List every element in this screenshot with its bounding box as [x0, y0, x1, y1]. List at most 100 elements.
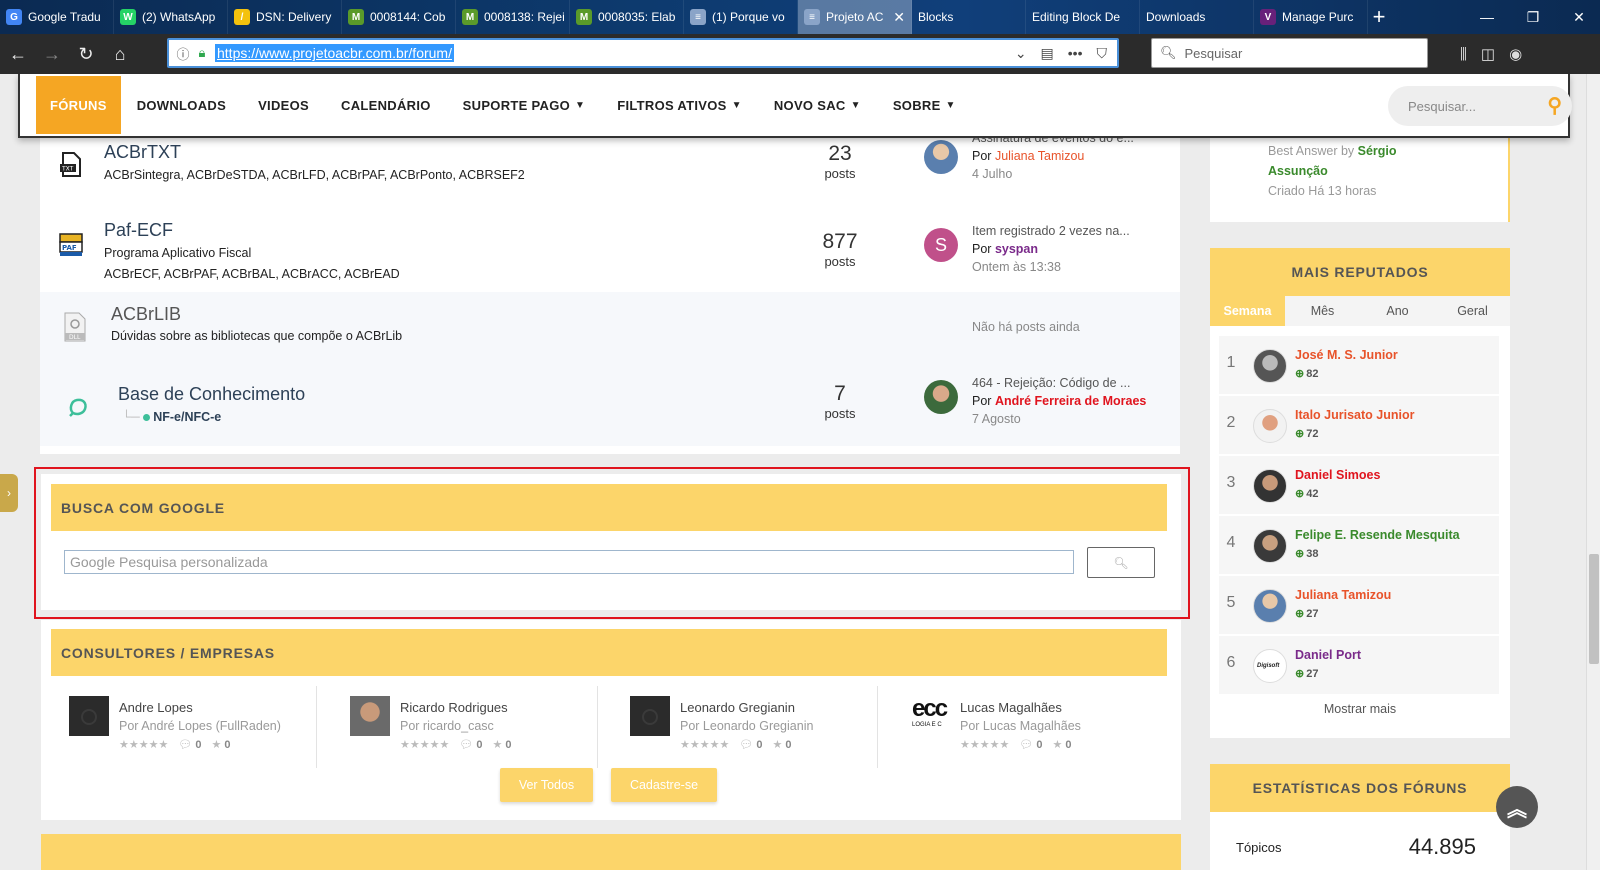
- avatar[interactable]: Digisoft: [1253, 649, 1287, 683]
- browser-tab[interactable]: M 0008035: Elab: [570, 0, 684, 34]
- new-tab-button[interactable]: +: [1362, 0, 1396, 34]
- last-post-author[interactable]: syspan: [995, 242, 1038, 256]
- browser-tab[interactable]: G Google Tradu: [0, 0, 114, 34]
- nav-item-7[interactable]: SOBRE ▼: [877, 74, 972, 137]
- browser-tab[interactable]: W (2) WhatsApp: [114, 0, 228, 34]
- browser-tab[interactable]: Downloads: [1140, 0, 1254, 34]
- chevron-right-icon[interactable]: ›: [0, 474, 18, 512]
- mantis-icon: M: [348, 9, 364, 25]
- nav-item-5[interactable]: FILTROS ATIVOS ▼: [601, 74, 758, 137]
- pocket-icon[interactable]: ⛉: [1097, 45, 1108, 62]
- reputation-tab[interactable]: Ano: [1360, 296, 1435, 326]
- consultant-card[interactable]: ecc LOGIA E C Lucas Magalhães Por Lucas …: [910, 686, 1190, 768]
- forum-title[interactable]: Paf-ECF: [104, 220, 173, 241]
- reload-icon[interactable]: ↻: [70, 38, 102, 70]
- last-post-title[interactable]: 464 - Rejeição: Código de ...: [972, 374, 1146, 392]
- forum-title[interactable]: Base de Conhecimento: [118, 384, 305, 405]
- url-text[interactable]: https://www.projetoacbr.com.br/forum/: [215, 44, 454, 62]
- site-search-input[interactable]: Pesquisar... ⚲: [1388, 86, 1572, 126]
- nav-item-1[interactable]: DOWNLOADS: [121, 74, 242, 137]
- consultant-card[interactable]: Leonardo Gregianin Por Leonardo Gregiani…: [630, 686, 910, 768]
- browser-tab-label: Projeto AC: [826, 10, 884, 24]
- member-name[interactable]: Daniel Port: [1295, 648, 1361, 662]
- nav-item-3[interactable]: CALENDÁRIO: [325, 74, 447, 137]
- avatar[interactable]: [1253, 529, 1287, 563]
- forward-arrow-icon[interactable]: →: [36, 38, 68, 70]
- dropdown-arrow-icon[interactable]: ⌄: [1015, 45, 1027, 62]
- txt-file-icon: TXT: [58, 152, 84, 178]
- subforum-link[interactable]: └─ NF-e/NFC-e: [122, 410, 221, 424]
- avatar[interactable]: [1253, 349, 1287, 383]
- forum-stats-widget: ESTATÍSTICAS DOS FÓRUNS Tópicos 44.895: [1210, 764, 1510, 870]
- nav-item-6[interactable]: NOVO SAC ▼: [758, 74, 877, 137]
- best-answer-author[interactable]: Sérgio: [1358, 144, 1397, 158]
- reputation-tab[interactable]: Semana: [1210, 296, 1285, 326]
- search-icon[interactable]: ⚲: [1547, 93, 1562, 118]
- last-post-author[interactable]: André Ferreira de Moraes: [995, 394, 1146, 408]
- browser-tab[interactable]: ≡ (1) Porque vo: [684, 0, 798, 34]
- nav-item-2[interactable]: VIDEOS: [242, 74, 325, 137]
- address-bar[interactable]: ⓘ 🔒︎ https://www.projetoacbr.com.br/foru…: [167, 38, 1119, 68]
- close-tab-icon[interactable]: ✕: [889, 9, 905, 26]
- info-icon[interactable]: ⓘ: [173, 44, 193, 63]
- register-button[interactable]: Cadastre-se: [611, 768, 717, 802]
- view-all-button[interactable]: Ver Todos: [500, 768, 593, 802]
- avatar[interactable]: [924, 140, 958, 174]
- reputation-tab[interactable]: Geral: [1435, 296, 1510, 326]
- browser-tab[interactable]: Editing Block De: [1026, 0, 1140, 34]
- consultant-name[interactable]: Leonardo Gregianin: [680, 700, 795, 715]
- member-name[interactable]: Daniel Simoes: [1295, 468, 1380, 482]
- browser-tab[interactable]: M 0008138: Rejei: [456, 0, 570, 34]
- forum-description: ACBrECF, ACBrPAF, ACBrBAL, ACBrACC, ACBr…: [104, 267, 400, 281]
- browser-tab[interactable]: M 0008144: Cob: [342, 0, 456, 34]
- google-search-input[interactable]: Google Pesquisa personalizada: [64, 550, 1074, 574]
- scroll-to-top-button[interactable]: ︽: [1496, 786, 1538, 828]
- browser-tab[interactable]: Blocks: [912, 0, 1026, 34]
- consultant-name[interactable]: Andre Lopes: [119, 700, 193, 715]
- google-search-button[interactable]: 🔍︎: [1087, 547, 1155, 578]
- nav-item-4[interactable]: SUPORTE PAGO ▼: [447, 74, 602, 137]
- forum-title[interactable]: ACBrLIB: [111, 304, 181, 325]
- maximize-button[interactable]: ❐: [1510, 0, 1556, 34]
- browser-tab[interactable]: / DSN: Delivery: [228, 0, 342, 34]
- close-window-button[interactable]: ✕: [1556, 0, 1600, 34]
- reader-view-icon[interactable]: ▤: [1041, 45, 1054, 62]
- home-icon[interactable]: ⌂: [104, 38, 136, 70]
- avatar[interactable]: [1253, 589, 1287, 623]
- best-answer-card: Best Answer by Sérgio Assunção Criado Há…: [1210, 134, 1510, 222]
- back-arrow-icon[interactable]: ←: [2, 38, 34, 70]
- chevron-down-icon: ▼: [945, 99, 956, 111]
- reputation-row: 3 Daniel Simoes ⊕ 42: [1219, 456, 1499, 515]
- show-more-link[interactable]: Mostrar mais: [1210, 702, 1510, 716]
- browser-tab[interactable]: ≡ Projeto AC ✕: [798, 0, 912, 34]
- last-post-title[interactable]: Item registrado 2 vezes na...: [972, 222, 1130, 240]
- member-name[interactable]: Juliana Tamizou: [1295, 588, 1391, 602]
- browser-search-input[interactable]: 🔍︎ Pesquisar: [1151, 38, 1428, 68]
- forum-title[interactable]: ACBrTXT: [104, 142, 181, 163]
- member-name[interactable]: Italo Jurisato Junior: [1295, 408, 1414, 422]
- minimize-button[interactable]: —: [1464, 0, 1510, 34]
- sidebar-toggle-icon[interactable]: ◫: [1481, 45, 1495, 63]
- best-answer-author[interactable]: Assunção: [1268, 164, 1328, 178]
- member-name[interactable]: Felipe E. Resende Mesquita: [1295, 528, 1460, 542]
- more-actions-icon[interactable]: •••: [1068, 45, 1083, 61]
- scrollbar-thumb[interactable]: [1589, 554, 1599, 664]
- reputation-tab[interactable]: Mês: [1285, 296, 1360, 326]
- extension-icon[interactable]: ◉: [1509, 45, 1522, 63]
- avatar[interactable]: [1253, 409, 1287, 443]
- avatar[interactable]: [1253, 469, 1287, 503]
- reputation-title: MAIS REPUTADOS: [1210, 248, 1510, 296]
- avatar[interactable]: S: [924, 228, 958, 262]
- scrollbar[interactable]: [1586, 74, 1600, 870]
- consultant-name[interactable]: Ricardo Rodrigues: [400, 700, 508, 715]
- nav-item-0[interactable]: FÓRUNS: [36, 76, 121, 134]
- consultant-card[interactable]: Andre Lopes Por André Lopes (FullRaden) …: [69, 686, 349, 768]
- consultant-card[interactable]: Ricardo Rodrigues Por ricardo_casc ★★★★★…: [350, 686, 630, 768]
- consultant-name[interactable]: Lucas Magalhães: [960, 700, 1062, 715]
- browser-tab[interactable]: V Manage Purc: [1254, 0, 1368, 34]
- avatar[interactable]: [924, 380, 958, 414]
- lock-icon: 🔒︎: [198, 45, 206, 60]
- last-post-author[interactable]: Juliana Tamizou: [995, 149, 1084, 163]
- member-name[interactable]: José M. S. Junior: [1295, 348, 1398, 362]
- library-icon[interactable]: ⫼: [1460, 46, 1467, 63]
